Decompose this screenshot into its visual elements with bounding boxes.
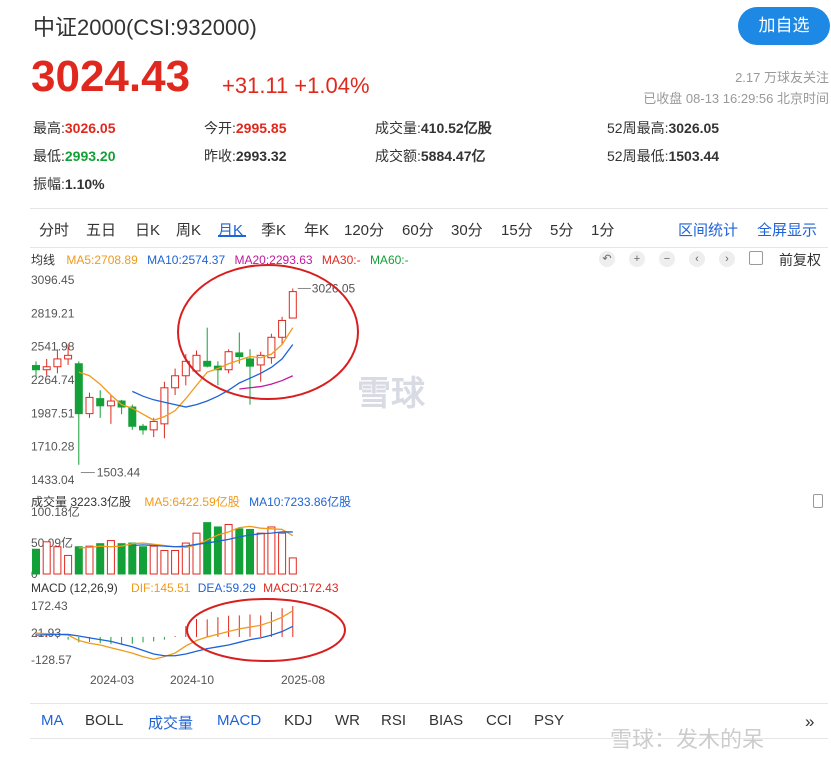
volume-bar xyxy=(85,545,94,575)
xueqiu-watermark-logo: 雪球 xyxy=(357,375,425,413)
min-price-label: 1503.44 xyxy=(97,466,141,480)
volume-bar xyxy=(256,532,265,575)
volume-axis-tick: 100.18亿 xyxy=(31,504,80,519)
max-price-label: 3026.05 xyxy=(312,281,356,295)
annotation-ellipse-macd xyxy=(186,598,346,662)
candle-body xyxy=(106,400,115,407)
volume-bar xyxy=(32,548,40,575)
indicator-bias[interactable]: BIAS xyxy=(429,712,463,729)
candle-body xyxy=(235,352,244,358)
candle-body xyxy=(192,354,201,372)
candle-body xyxy=(74,363,83,415)
volume-bar xyxy=(117,543,126,575)
candle-body xyxy=(53,358,62,368)
price-axis-tick: 1987.51 xyxy=(31,406,75,420)
candle-body xyxy=(246,358,254,367)
volume-bar xyxy=(96,543,105,575)
price-axis-tick: 2264.74 xyxy=(31,373,75,387)
x-axis-tick: 2024-03 xyxy=(90,673,134,687)
macd-axis-tick: 21.93 xyxy=(31,626,61,640)
volume-bar xyxy=(267,526,276,575)
volume-bar xyxy=(203,522,212,575)
candle-body xyxy=(139,425,147,431)
indicator-psy[interactable]: PSY xyxy=(534,712,564,729)
indicator-wr[interactable]: WR xyxy=(335,712,360,729)
indicator-cci[interactable]: CCI xyxy=(486,712,512,729)
x-axis-tick: 2024-10 xyxy=(170,673,214,687)
candle-body xyxy=(288,291,297,319)
price-axis-tick: 3096.45 xyxy=(31,273,75,287)
indicator-rsi[interactable]: RSI xyxy=(381,712,406,729)
candle-body xyxy=(171,375,180,389)
macd-axis-tick: 172.43 xyxy=(31,599,68,613)
volume-bar xyxy=(288,557,297,575)
candle-body xyxy=(278,319,287,338)
indicator-ma[interactable]: MA xyxy=(41,712,64,729)
candle-body xyxy=(32,365,40,371)
price-axis-tick: 1710.28 xyxy=(31,440,75,454)
volume-bar xyxy=(53,546,62,575)
indicator-macd[interactable]: MACD xyxy=(217,712,261,729)
x-axis-tick: 2025-08 xyxy=(281,673,325,687)
volume-bar xyxy=(171,549,180,575)
indicator-volume[interactable]: 成交量 xyxy=(148,712,193,733)
volume-bar xyxy=(246,528,254,575)
volume-bar xyxy=(64,554,73,575)
more-chevron-icon[interactable]: » xyxy=(805,712,814,732)
candle-body xyxy=(96,398,105,407)
price-axis-tick: 2819.21 xyxy=(31,306,75,320)
volume-bar xyxy=(160,549,169,575)
candle-body xyxy=(42,366,51,371)
volume-bar xyxy=(235,528,244,575)
dea-line xyxy=(35,625,294,657)
volume-bar xyxy=(278,532,287,575)
volume-bar xyxy=(192,532,201,575)
volume-bar xyxy=(139,546,147,575)
volume-bar xyxy=(149,545,158,575)
candle-body xyxy=(149,420,158,431)
volume-bar xyxy=(128,542,137,575)
volume-bar xyxy=(74,546,83,575)
volume-axis-tick: 50.09亿 xyxy=(31,535,73,550)
candle-body xyxy=(224,351,233,371)
volume-bar xyxy=(106,540,115,575)
indicator-kdj[interactable]: KDJ xyxy=(284,712,312,729)
volume-bar xyxy=(42,541,51,575)
candle-body xyxy=(64,354,73,360)
candle-body xyxy=(160,387,169,425)
ma20-line xyxy=(239,375,294,390)
macd-axis-tick: -128.57 xyxy=(31,653,72,667)
annotation-ellipse-price xyxy=(177,264,359,400)
price-axis-tick: 1433.04 xyxy=(31,473,75,487)
watermark-signature: 雪球：发木的呆 xyxy=(610,727,765,752)
candle-body xyxy=(203,360,212,367)
indicator-boll[interactable]: BOLL xyxy=(85,712,123,729)
candle-body xyxy=(85,396,94,415)
